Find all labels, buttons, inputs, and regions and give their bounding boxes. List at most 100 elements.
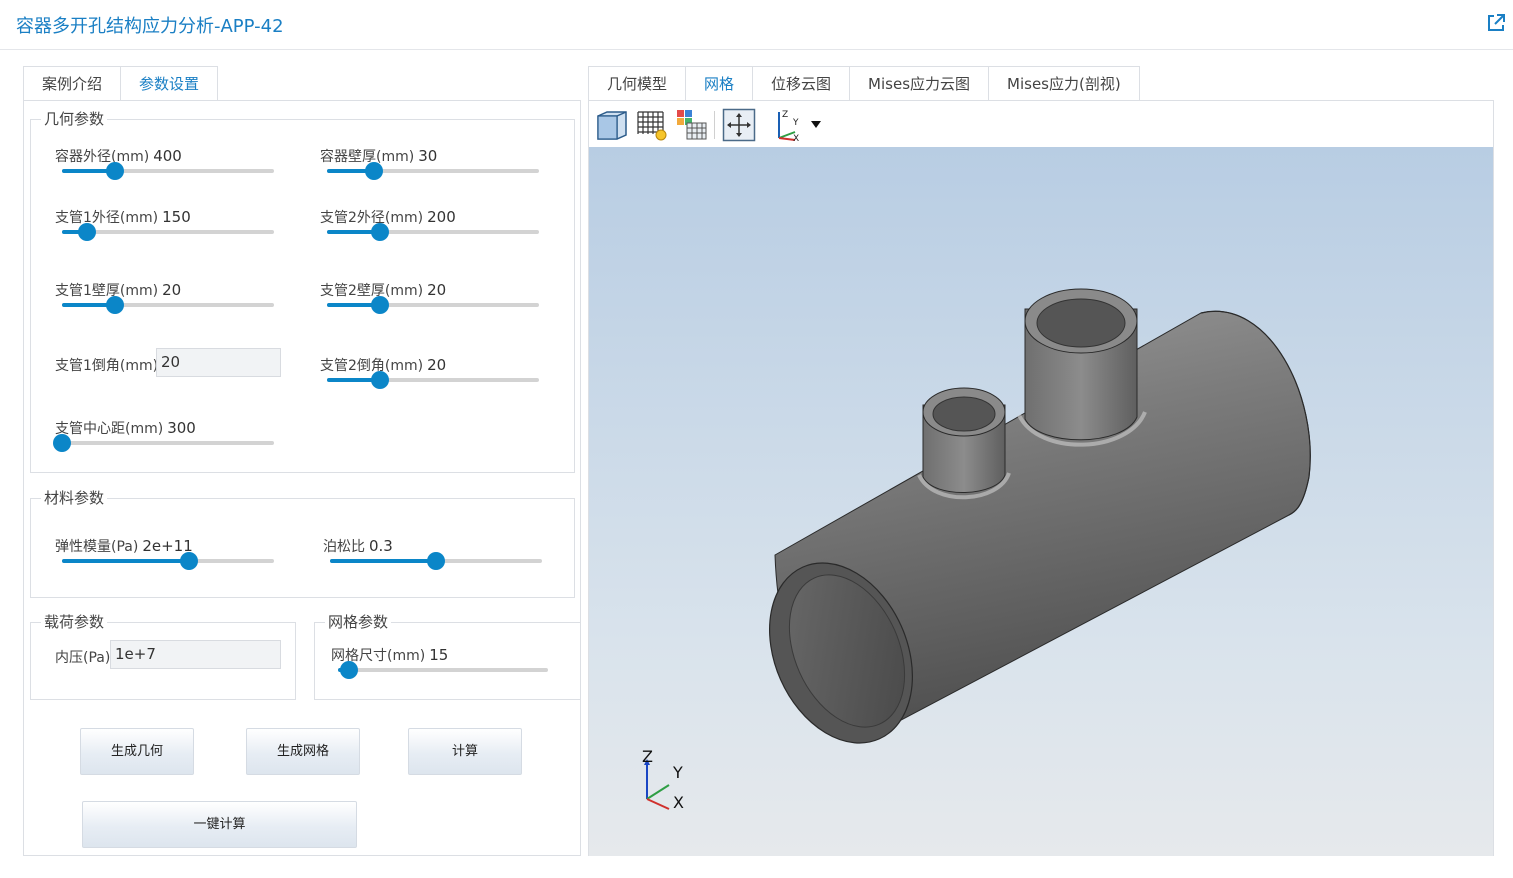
- slider-handle[interactable]: [339, 661, 358, 679]
- external-link-icon[interactable]: [1486, 13, 1506, 33]
- param-value: 400: [153, 147, 182, 165]
- param-branch2-od: 支管2外径(mm) 200: [320, 207, 550, 247]
- axis-orientation-icon[interactable]: Z Y X: [771, 108, 821, 142]
- param-label: 内压(Pa): [55, 650, 111, 666]
- param-value: 200: [427, 208, 456, 226]
- material-group-title: 材料参数: [41, 488, 108, 508]
- tab-displacement-contour[interactable]: 位移云图: [753, 66, 851, 101]
- branch-spacing-slider[interactable]: [53, 434, 274, 452]
- branch1-thickness-slider[interactable]: [62, 296, 274, 314]
- param-label: 容器外径(mm): [55, 149, 150, 165]
- toolbar-divider: [714, 111, 715, 139]
- param-branch-spacing: 支管中心距(mm) 300: [53, 418, 285, 458]
- mesh-group-title: 网格参数: [325, 612, 392, 632]
- param-label: 支管中心距(mm): [55, 421, 164, 437]
- tab-geometry-model[interactable]: 几何模型: [588, 66, 687, 101]
- orientation-triad: Z Y X: [639, 747, 699, 817]
- solid-view-icon[interactable]: [595, 108, 629, 142]
- param-value: 0.3: [369, 537, 393, 555]
- triad-y-label: Y: [673, 763, 683, 782]
- param-branch1-thickness: 支管1壁厚(mm) 20: [55, 280, 285, 320]
- render-canvas[interactable]: Z Y X: [589, 147, 1493, 856]
- param-label: 弹性模量(Pa): [55, 539, 139, 555]
- slider-handle[interactable]: [364, 162, 383, 180]
- tab-param-settings[interactable]: 参数设置: [121, 66, 219, 102]
- param-value: 300: [167, 419, 196, 437]
- param-youngs-modulus: 弹性模量(Pa) 2e+11: [55, 536, 285, 576]
- app-title: 容器多开孔结构应力分析-APP-42: [16, 16, 284, 37]
- param-label: 支管2外径(mm): [320, 210, 424, 226]
- internal-pressure-input[interactable]: 1e+7: [110, 640, 281, 669]
- param-label: 支管2倒角(mm): [320, 358, 424, 374]
- param-vessel-thickness: 容器壁厚(mm) 30: [320, 146, 550, 186]
- param-label: 容器壁厚(mm): [320, 149, 415, 165]
- param-vessel-od: 容器外径(mm) 400: [55, 146, 285, 186]
- branch1-od-slider[interactable]: [62, 223, 274, 241]
- slider-handle[interactable]: [427, 552, 445, 570]
- svg-text:X: X: [793, 134, 799, 142]
- slider-handle[interactable]: [53, 434, 71, 452]
- viewer-tabs: 几何模型 网格 位移云图 Mises应力云图 Mises应力(剖视): [588, 66, 1140, 102]
- color-mesh-icon[interactable]: [675, 108, 709, 142]
- slider-handle[interactable]: [371, 371, 389, 389]
- load-group-title: 载荷参数: [41, 612, 108, 632]
- triad-z-label: Z: [642, 747, 653, 766]
- svg-text:Y: Y: [792, 118, 799, 128]
- branch2-od-slider[interactable]: [327, 223, 539, 241]
- tab-mesh[interactable]: 网格: [686, 66, 754, 102]
- param-mesh-size: 网格尺寸(mm) 15: [331, 645, 561, 685]
- slider-handle[interactable]: [78, 223, 97, 241]
- fit-view-icon[interactable]: [722, 108, 756, 142]
- param-branch2-thickness: 支管2壁厚(mm) 20: [320, 280, 550, 320]
- vessel-model: [769, 288, 1311, 744]
- param-value: 15: [429, 646, 449, 664]
- param-value: 20: [427, 281, 447, 299]
- slider-handle[interactable]: [106, 296, 124, 314]
- vessel-od-slider[interactable]: [62, 162, 274, 180]
- param-panel: 几何参数 容器外径(mm) 400 容器壁厚(mm) 30 支管1外径(mm) 150…: [23, 100, 581, 856]
- poisson-ratio-slider[interactable]: [330, 552, 542, 570]
- slider-handle[interactable]: [371, 296, 389, 314]
- triad-x-label: X: [673, 793, 684, 812]
- param-poisson-ratio: 泊松比 0.3: [323, 536, 553, 576]
- param-value: 20: [162, 281, 182, 299]
- param-value: 30: [418, 147, 438, 165]
- branch2-fillet-slider[interactable]: [327, 371, 539, 389]
- title-bar: 容器多开孔结构应力分析-APP-42: [0, 0, 1513, 50]
- slider-handle[interactable]: [180, 552, 199, 570]
- 3d-viewer: Z Y X Z Y X: [588, 100, 1494, 856]
- viewer-toolbar: Z Y X: [589, 101, 1493, 147]
- tab-case-intro[interactable]: 案例介绍: [23, 66, 122, 101]
- param-label: 支管2壁厚(mm): [320, 283, 424, 299]
- generate-mesh-button[interactable]: 生成网格: [246, 728, 360, 775]
- param-label: 支管1倒角(mm): [55, 358, 159, 374]
- slider-handle[interactable]: [371, 223, 389, 241]
- param-value: 150: [162, 208, 191, 226]
- load-group: 载荷参数 内压(Pa) 1e+7: [30, 612, 296, 700]
- param-value: 20: [427, 356, 447, 374]
- mesh-group: 网格参数 网格尺寸(mm) 15: [314, 612, 581, 700]
- mesh-size-slider[interactable]: [338, 661, 548, 679]
- one-click-compute-button[interactable]: 一键计算: [82, 801, 357, 848]
- branch1-fillet-input[interactable]: 20: [156, 348, 281, 377]
- param-branch1-od: 支管1外径(mm) 150: [55, 207, 285, 247]
- geometry-group: 几何参数 容器外径(mm) 400 容器壁厚(mm) 30 支管1外径(mm) 150…: [30, 109, 575, 473]
- vessel-thickness-slider[interactable]: [327, 162, 539, 180]
- branch2-thickness-slider[interactable]: [327, 296, 539, 314]
- mesh-view-icon[interactable]: [635, 108, 669, 142]
- param-branch2-fillet: 支管2倒角(mm) 20: [320, 355, 550, 395]
- left-tabs: 案例介绍 参数设置: [23, 66, 219, 102]
- material-group: 材料参数 弹性模量(Pa) 2e+11 泊松比 0.3: [30, 488, 575, 598]
- tab-mises-contour[interactable]: Mises应力云图: [850, 66, 990, 101]
- geometry-group-title: 几何参数: [41, 109, 108, 129]
- compute-button[interactable]: 计算: [408, 728, 522, 775]
- param-internal-pressure: 内压(Pa) 1e+7: [55, 640, 295, 675]
- tab-mises-section[interactable]: Mises应力(剖视): [989, 66, 1140, 101]
- youngs-modulus-slider[interactable]: [62, 552, 274, 570]
- generate-geometry-button[interactable]: 生成几何: [80, 728, 194, 775]
- param-label: 泊松比: [323, 539, 365, 555]
- param-branch1-fillet: 支管1倒角(mm) 20: [55, 348, 295, 383]
- param-label: 支管1壁厚(mm): [55, 283, 159, 299]
- svg-text:Z: Z: [782, 110, 788, 120]
- slider-handle[interactable]: [106, 162, 124, 180]
